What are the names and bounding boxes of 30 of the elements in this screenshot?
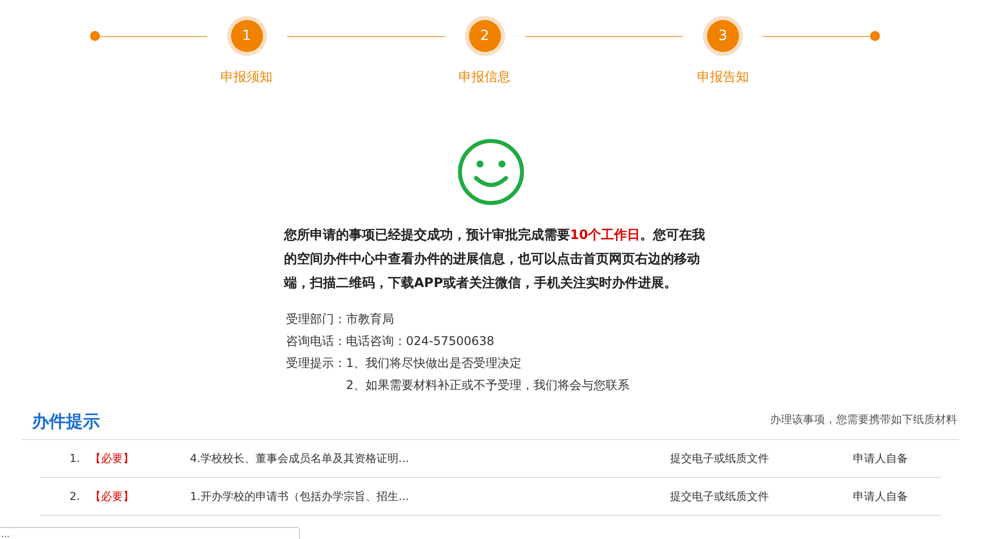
row-number: 2. (68, 490, 81, 503)
step-marker: 3 (702, 16, 743, 56)
step-label: 申报信息 (458, 69, 511, 86)
submit-form: 提交电子或纸质文件 (670, 451, 770, 466)
submit-form: 提交电子或纸质文件 (670, 489, 770, 504)
step-marker: 1 (226, 16, 267, 56)
success-message: 您所申请的事项已经提交成功，预计审批完成需要10个工作日。您可在我的空间办件中心中查看办件的进展信息，也可以点击首页网页右边的移动端，扫描二维码，下载APP或者关注微信，手机关注实时办件进展。 (284, 226, 706, 293)
material-source: 申请人自备 (853, 489, 908, 504)
step-end-dot (90, 31, 100, 41)
step-label: 申报须知 (220, 69, 273, 86)
material-name[interactable]: 4.学校校长、董事会成员名单及其资格证明... (190, 451, 670, 466)
info-label: 受理提示： (286, 355, 346, 372)
material-source: 申请人自备 (853, 451, 908, 466)
step-label: 申报告知 (696, 69, 749, 86)
info-value: 市教育局 (346, 311, 394, 328)
section-note: 办理该事项，您需要携带如下纸质材料 (770, 412, 957, 428)
section-title: 办件提示 (32, 411, 100, 433)
info-value: 2、如果需要材料补正或不予受理，我们将会与您联系 (346, 377, 630, 394)
info-value: 1、我们将尽快做出是否受理决定 (346, 355, 523, 372)
tooltip: ... (0, 527, 300, 539)
info-value: 电话咨询：024-57500638 (346, 333, 494, 350)
info-label: 咨询电话： (286, 333, 346, 350)
row-number: 1. (68, 452, 81, 465)
required-tag: 【必要】 (90, 451, 190, 466)
info-label: 受理部门： (286, 311, 346, 328)
required-tag: 【必要】 (90, 489, 190, 504)
step-marker: 2 (464, 16, 505, 56)
step-end-dot (870, 31, 880, 41)
material-name[interactable]: 1.开办学校的申请书（包括办学宗旨、招生... (190, 489, 670, 504)
smiley-icon (456, 138, 524, 206)
